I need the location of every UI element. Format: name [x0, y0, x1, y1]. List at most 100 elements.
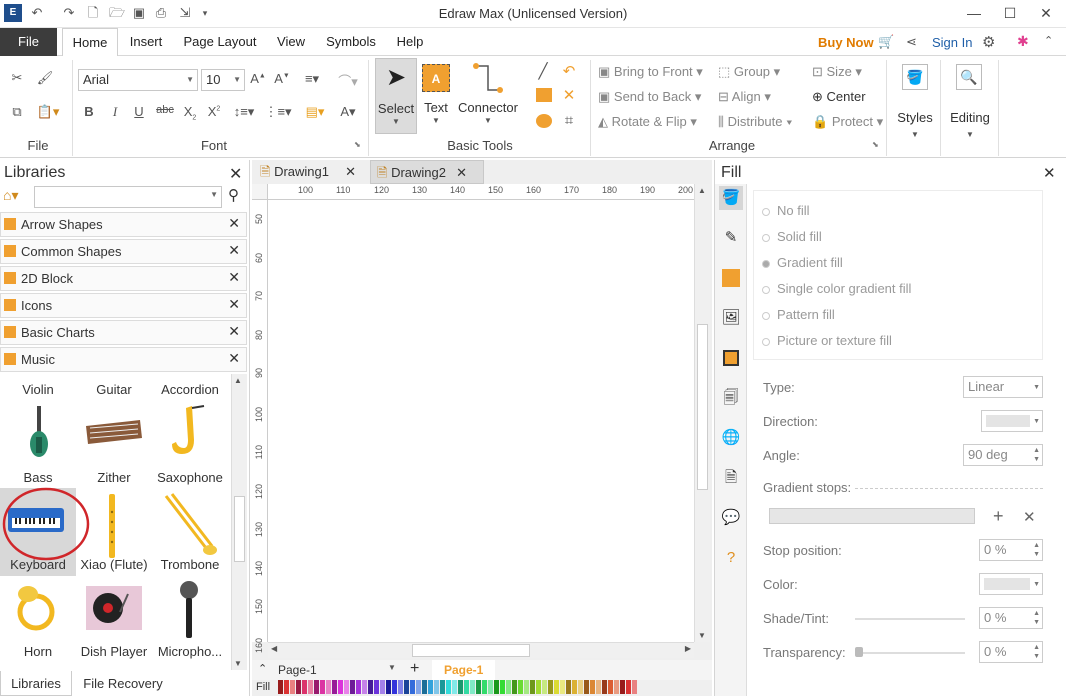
minimize-icon[interactable]: —: [962, 2, 986, 24]
styles-button[interactable]: 🪣 Styles ▼: [892, 60, 938, 150]
color-swatch[interactable]: [434, 680, 439, 694]
canvas-horizontal-scrollbar[interactable]: ◀ ▶: [268, 642, 694, 658]
gradient-stops-bar[interactable]: [769, 508, 975, 524]
font-size-dropdown[interactable]: 10 ▼: [201, 69, 245, 91]
color-swatch[interactable]: [614, 680, 619, 694]
search-icon[interactable]: ⚲: [228, 186, 239, 204]
bring-to-front-button[interactable]: ▣ Bring to Front ▾: [598, 64, 703, 80]
protect-button[interactable]: 🔒 Protect ▾: [812, 114, 883, 130]
scroll-down-icon[interactable]: ▼: [234, 659, 242, 668]
page-nav-up-icon[interactable]: ⌃: [258, 662, 267, 675]
color-palette[interactable]: [278, 680, 637, 694]
scroll-up-icon[interactable]: ▲: [698, 186, 706, 195]
font-color-icon[interactable]: A▾: [336, 104, 360, 120]
text-align-icon[interactable]: ≡▾: [300, 71, 324, 87]
library-item-common-shapes[interactable]: Common Shapes ✕: [0, 239, 247, 264]
color-swatch[interactable]: [284, 680, 289, 694]
color-swatch[interactable]: [620, 680, 625, 694]
color-swatch[interactable]: [488, 680, 493, 694]
flute-icon[interactable]: [104, 492, 120, 562]
color-swatch[interactable]: [572, 680, 577, 694]
cut-icon[interactable]: ✂: [8, 70, 26, 86]
settings-gear-icon[interactable]: ⚙: [982, 33, 995, 51]
color-swatch[interactable]: [554, 680, 559, 694]
library-item-basic-charts[interactable]: Basic Charts ✕: [0, 320, 247, 345]
close-window-icon[interactable]: ✕: [1034, 2, 1058, 24]
layers-icon[interactable]: [719, 346, 743, 370]
superscript-icon[interactable]: X2: [206, 104, 222, 119]
color-swatch[interactable]: [350, 680, 355, 694]
color-swatch[interactable]: [404, 680, 409, 694]
fill-option-picture-texture[interactable]: Picture or texture fill: [762, 333, 892, 348]
color-swatch[interactable]: [608, 680, 613, 694]
arc-tool-icon[interactable]: ↶: [560, 62, 578, 80]
ellipse-tool-icon[interactable]: [536, 114, 552, 128]
transparency-slider[interactable]: [855, 652, 965, 654]
close-icon[interactable]: ✕: [228, 269, 240, 286]
dialog-launcher-icon[interactable]: ⬊: [354, 140, 361, 149]
close-libraries-icon[interactable]: ✕: [229, 164, 242, 184]
tab-insert[interactable]: Insert: [122, 28, 170, 56]
color-swatch[interactable]: [566, 680, 571, 694]
bold-icon[interactable]: B: [82, 104, 96, 119]
spinner-icon[interactable]: ▲ ▼: [1033, 609, 1040, 627]
color-swatch[interactable]: [626, 680, 631, 694]
page-properties-icon[interactable]: 🗐: [719, 386, 743, 410]
fill-option-solid-fill[interactable]: Solid fill: [762, 229, 822, 244]
line-tool-icon[interactable]: ╱: [534, 62, 552, 80]
text-tool-button[interactable]: A Text ▼: [420, 58, 452, 134]
highlight-icon[interactable]: ▤▾: [302, 104, 328, 120]
tab-libraries[interactable]: Libraries: [0, 671, 72, 696]
shape-label-horn[interactable]: Horn: [0, 644, 76, 659]
horn-icon[interactable]: [16, 582, 60, 638]
color-swatch[interactable]: [314, 680, 319, 694]
transparency-slider-thumb[interactable]: [855, 647, 863, 657]
shape-label-guitar[interactable]: Guitar: [76, 382, 152, 397]
size-button[interactable]: ⊡ Size ▾: [812, 64, 862, 80]
select-tool-button[interactable]: ➤ Select ▼: [375, 58, 417, 134]
shadow-icon[interactable]: [719, 266, 743, 290]
cross-tool-icon[interactable]: ✕: [560, 86, 578, 104]
color-swatch[interactable]: [344, 680, 349, 694]
color-swatch[interactable]: [578, 680, 583, 694]
microphone-icon[interactable]: [176, 580, 202, 642]
color-swatch[interactable]: [332, 680, 337, 694]
crop-tool-icon[interactable]: ⌗: [560, 112, 578, 129]
color-swatch[interactable]: [416, 680, 421, 694]
spinner-icon[interactable]: ▲ ▼: [1033, 643, 1040, 661]
line-style-icon[interactable]: ✎: [719, 226, 743, 250]
color-swatch[interactable]: [326, 680, 331, 694]
scroll-up-icon[interactable]: ▲: [234, 376, 242, 385]
sign-in-link[interactable]: Sign In: [932, 35, 972, 50]
library-search-input[interactable]: ▼: [34, 186, 222, 208]
scrollbar-thumb[interactable]: [412, 644, 530, 657]
color-swatch[interactable]: [320, 680, 325, 694]
color-swatch[interactable]: [368, 680, 373, 694]
library-item-music[interactable]: Music ✕: [0, 347, 247, 372]
add-stop-icon[interactable]: +: [993, 506, 1004, 527]
fill-option-gradient-fill[interactable]: Gradient fill: [762, 255, 843, 270]
group-button[interactable]: ⬚ Group ▾: [718, 64, 780, 80]
shape-label-trombone[interactable]: Trombone: [152, 557, 228, 572]
shape-label-violin[interactable]: Violin: [0, 382, 76, 397]
transparency-input[interactable]: 0 % ▲ ▼: [979, 641, 1043, 663]
drawing-canvas[interactable]: [268, 200, 694, 642]
scroll-down-icon[interactable]: ▼: [698, 631, 706, 640]
color-swatch[interactable]: [524, 680, 529, 694]
color-swatch[interactable]: [548, 680, 553, 694]
share-icon[interactable]: ⋖: [906, 34, 917, 50]
tab-file-recovery[interactable]: File Recovery: [76, 671, 170, 696]
color-swatch[interactable]: [632, 680, 637, 694]
stop-position-input[interactable]: 0 % ▲ ▼: [979, 539, 1043, 561]
color-swatch[interactable]: [596, 680, 601, 694]
buy-now-link[interactable]: Buy Now: [818, 35, 874, 50]
shape-label-xiao-flute[interactable]: Xiao (Flute): [76, 557, 152, 572]
color-swatch[interactable]: [476, 680, 481, 694]
shape-label-dish-player[interactable]: Dish Player: [76, 644, 152, 659]
color-swatch[interactable]: [584, 680, 589, 694]
cart-icon[interactable]: 🛒: [878, 34, 894, 50]
distribute-button[interactable]: ⫼ Distribute ▾: [718, 114, 792, 130]
type-dropdown[interactable]: Linear ▼: [963, 376, 1043, 398]
rotate-flip-button[interactable]: ◭ Rotate & Flip ▾: [598, 114, 697, 130]
tab-help[interactable]: Help: [390, 28, 430, 56]
